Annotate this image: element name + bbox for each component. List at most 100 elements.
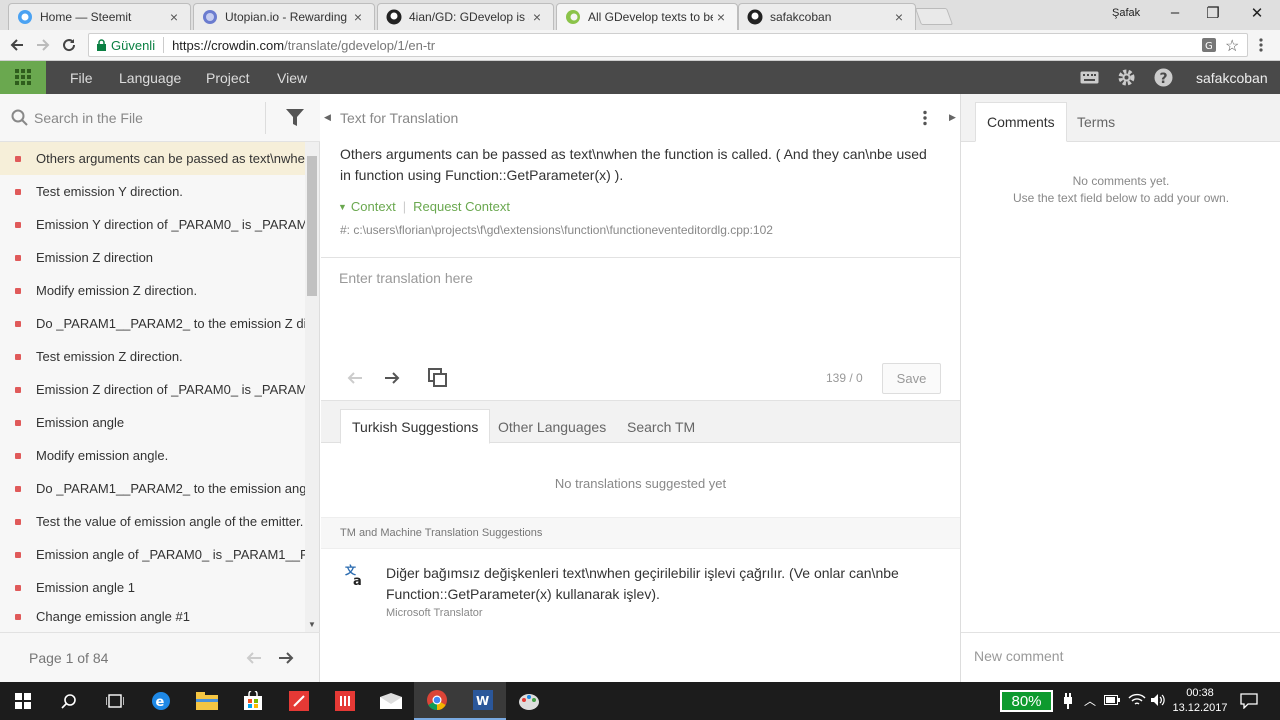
tab-search-tm[interactable]: Search TM [616,409,706,444]
menu-file[interactable]: File [70,70,93,86]
start-icon[interactable] [0,682,46,720]
string-item[interactable]: Do _PARAM1__PARAM2_ to the emission angl… [0,472,305,505]
keyboard-icon[interactable] [1080,71,1099,84]
prev-page-icon[interactable] [245,649,263,667]
comment-input[interactable] [974,648,1264,664]
untranslated-marker [15,386,21,393]
string-item[interactable]: Emission angle [0,406,305,439]
filter-icon[interactable] [286,109,304,127]
request-context-link[interactable]: Request Context [413,199,510,214]
maximize-icon[interactable]: ❐ [1202,4,1224,22]
close-tab-icon[interactable]: × [529,9,545,25]
word-icon[interactable]: W [460,682,506,720]
browser-tab-steemit[interactable]: Home — Steemit × [8,3,191,30]
help-icon[interactable]: ? [1154,68,1173,87]
mail-icon[interactable] [368,682,414,720]
back-icon[interactable] [8,36,26,54]
tab-comments[interactable]: Comments [975,102,1067,142]
untranslated-marker [15,320,21,327]
close-tab-icon[interactable]: × [350,9,366,25]
string-item[interactable]: Test the value of emission angle of the … [0,505,305,538]
battery-tray-icon[interactable] [1104,694,1120,706]
wifi-icon[interactable] [1128,693,1146,707]
browser-tab-crowdin[interactable]: All GDevelop texts to be × [556,3,738,30]
close-tab-icon[interactable]: × [166,9,182,25]
minimize-icon[interactable]: – [1164,4,1186,21]
system-clock[interactable]: 00:38 13.12.2017 [1170,686,1230,716]
menu-view[interactable]: View [277,70,307,86]
string-item[interactable]: Change emission angle #1 [0,601,305,632]
translation-input[interactable] [339,270,939,340]
string-item[interactable]: Do _PARAM1__PARAM2_ to the emission Z di… [0,307,305,340]
next-string-icon[interactable] [383,369,401,387]
next-page-icon[interactable] [277,649,295,667]
bookmark-star-icon[interactable]: ☆ [1225,36,1239,56]
tab-turkish-suggestions[interactable]: Turkish Suggestions [340,409,491,444]
battery-indicator[interactable]: 80% [1000,690,1053,712]
context-toggle[interactable]: Context [351,199,396,214]
new-tab-button[interactable] [914,8,954,25]
character-counter: 139 / 0 [826,371,863,385]
untranslated-marker [15,485,21,492]
app-red-bars-icon[interactable] [322,682,368,720]
string-item[interactable]: Emission angle 1 [0,571,305,604]
paint-icon[interactable] [506,682,552,720]
string-item[interactable]: Modify emission Z direction. [0,274,305,307]
address-bar[interactable]: Güvenli https://crowdin.com/translate/gd… [88,33,1248,57]
close-tab-icon[interactable]: × [713,9,729,25]
volume-icon[interactable] [1150,693,1166,707]
string-item[interactable]: Emission angle of _PARAM0_ is _PARAM1__P… [0,538,305,571]
show-hidden-icons[interactable]: ︿ [1084,692,1096,709]
store-icon[interactable] [230,682,276,720]
string-item[interactable]: Emission Z direction [0,241,305,274]
close-window-icon[interactable]: ✕ [1246,4,1268,22]
string-item-active[interactable]: Others arguments can be passed as text\n… [0,142,305,175]
copy-source-icon[interactable] [428,368,447,387]
tab-terms[interactable]: Terms [1066,102,1126,142]
search-taskbar-icon[interactable] [46,682,92,720]
utopian-icon [202,9,218,25]
username[interactable]: safakcoban [1196,70,1268,86]
comment-box [961,632,1280,682]
scroll-down-icon[interactable]: ▼ [308,620,316,629]
tab-other-languages[interactable]: Other Languages [487,409,617,444]
app-red-icon[interactable] [276,682,322,720]
string-item[interactable]: Test emission Y direction. [0,175,305,208]
browser-tab-github-gd[interactable]: 4ian/GD: GDevelop is an × [377,3,554,30]
translate-icon[interactable]: G [1201,37,1217,53]
edge-icon[interactable]: e [138,682,184,720]
menu-project[interactable]: Project [206,70,250,86]
mt-suggestion-text[interactable]: Diğer bağımsız değişkenleri text\nwhen g… [386,563,926,605]
string-item[interactable]: Emission Y direction of _PARAM0_ is _PAR… [0,208,305,241]
editor-panel: ◀ Text for Translation ▶ Others argument… [321,94,960,682]
string-item[interactable]: Modify emission angle. [0,439,305,472]
task-view-icon[interactable] [92,682,138,720]
apps-grid-icon[interactable] [0,61,46,94]
chrome-icon[interactable] [414,682,460,720]
close-tab-icon[interactable]: × [891,9,907,25]
browser-tab-github-user[interactable]: safakcoban × [738,3,916,30]
profile-name[interactable]: Şafak [1112,7,1140,19]
scrollbar-thumb[interactable] [307,156,317,296]
more-options-icon[interactable] [922,110,928,126]
notifications-icon[interactable] [1240,693,1258,709]
string-item[interactable]: Test emission Z direction. [0,340,305,373]
expand-context-icon[interactable]: ▼ [338,202,347,212]
browser-tab-utopian[interactable]: Utopian.io - Rewarding C × [193,3,375,30]
browser-menu-icon[interactable] [1258,37,1264,53]
previous-string-icon[interactable] [346,369,364,387]
svg-text:W: W [476,694,489,708]
tab-title: Home — Steemit [40,10,132,24]
file-explorer-icon[interactable] [184,682,230,720]
save-button[interactable]: Save [882,363,941,394]
search-input[interactable] [34,108,259,128]
collapse-right-icon[interactable]: ▶ [949,112,956,123]
string-item[interactable]: Emission Z direction of _PARAM0_ is _PAR… [0,373,305,406]
power-plug-icon[interactable] [1062,693,1074,709]
forward-icon[interactable] [34,36,52,54]
collapse-left-icon[interactable]: ◀ [324,112,331,123]
settings-gear-icon[interactable] [1117,68,1136,87]
reload-icon[interactable] [60,36,78,54]
menu-language[interactable]: Language [119,70,181,86]
tab-title: safakcoban [770,10,832,24]
